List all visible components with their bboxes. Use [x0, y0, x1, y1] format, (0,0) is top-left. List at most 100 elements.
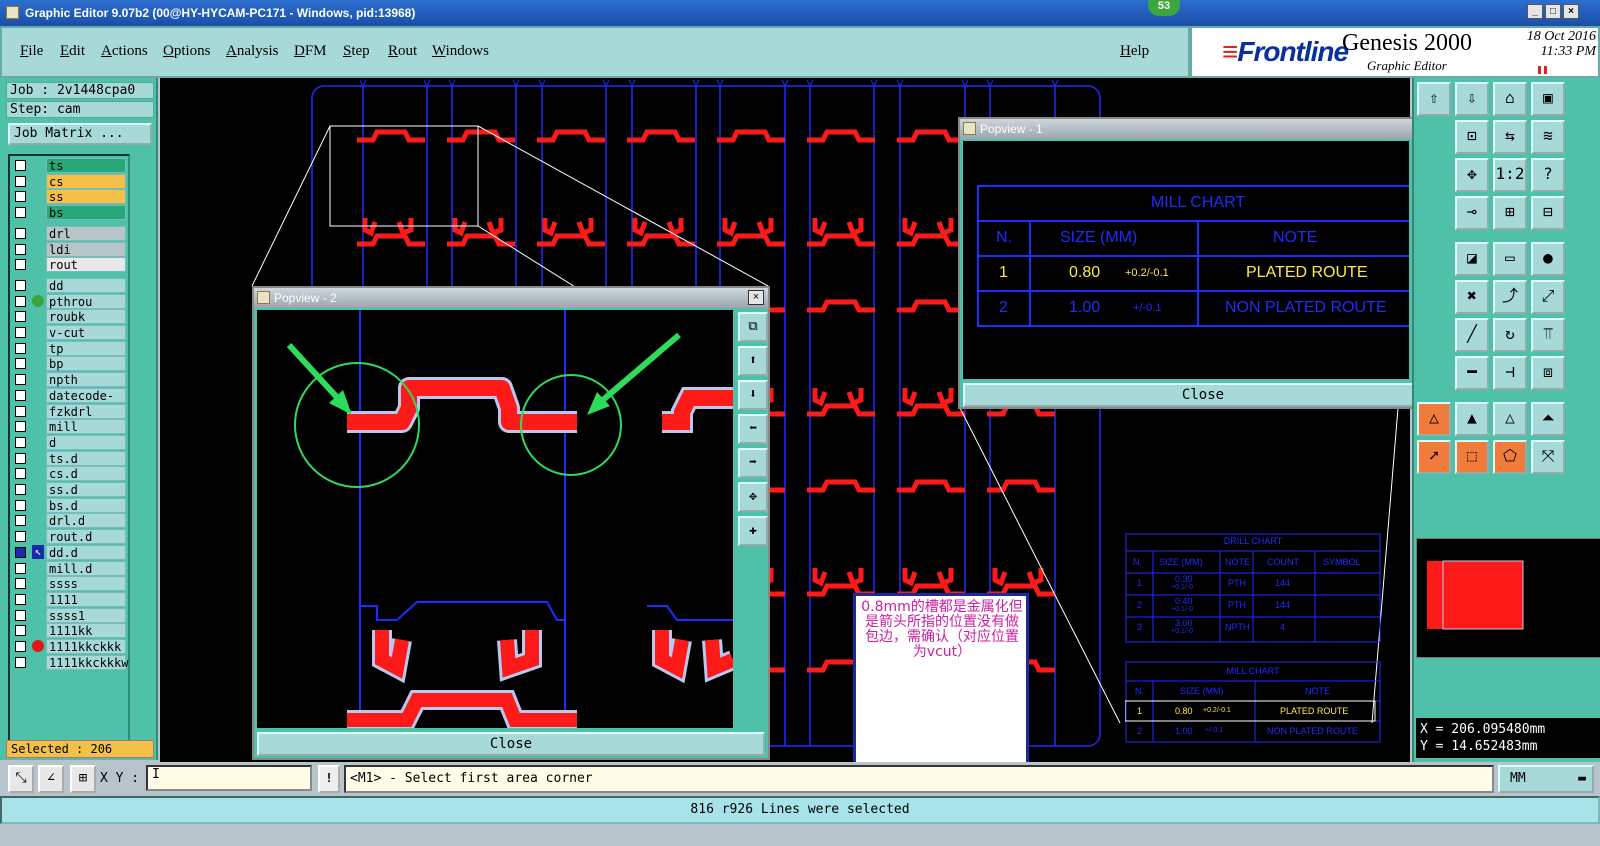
- select-box-icon[interactable]: ⬚: [1455, 440, 1489, 474]
- layer-name[interactable]: ss.d: [46, 482, 126, 497]
- layer-row[interactable]: mill: [12, 419, 128, 435]
- menu-dfm[interactable]: DFM: [294, 43, 327, 60]
- layer-row[interactable]: cs.d: [12, 466, 128, 482]
- triangle-icon[interactable]: ▲: [1455, 402, 1489, 436]
- snap-icon[interactable]: ⊞: [1493, 196, 1527, 230]
- popview-2-right-icon[interactable]: ➡: [738, 448, 768, 478]
- layer-checkbox[interactable]: [15, 358, 26, 370]
- layer-checkbox[interactable]: [15, 609, 26, 621]
- layer-checkbox[interactable]: [15, 160, 26, 171]
- layer-checkbox[interactable]: [15, 656, 26, 668]
- layer-name[interactable]: d: [46, 434, 126, 450]
- layer-name[interactable]: rout.d: [46, 529, 126, 545]
- layer-checkbox[interactable]: [15, 374, 26, 386]
- layer-row[interactable]: pthrou: [12, 293, 128, 309]
- layer-checkbox[interactable]: [15, 311, 26, 323]
- layer-name[interactable]: ts.d: [46, 450, 126, 466]
- layer-name[interactable]: dd: [46, 277, 126, 293]
- fit-window-icon[interactable]: ⊡: [1455, 120, 1489, 154]
- layer-row[interactable]: d: [12, 434, 128, 450]
- slash-icon[interactable]: ╱: [1455, 318, 1489, 352]
- draw-line-icon[interactable]: ◪: [1455, 242, 1489, 276]
- layer-name[interactable]: pthrou: [46, 293, 126, 309]
- layer-checkbox[interactable]: [15, 499, 26, 511]
- layer-checkbox[interactable]: [15, 295, 26, 307]
- ruler-icon[interactable]: ▭: [1493, 242, 1527, 276]
- layer-row[interactable]: cs: [12, 173, 128, 189]
- layer-checkbox[interactable]: [15, 327, 26, 338]
- layer-name[interactable]: 1111kk: [46, 623, 126, 639]
- layer-name[interactable]: 1111: [46, 591, 126, 607]
- alert-icon[interactable]: !: [318, 765, 340, 793]
- layer-name[interactable]: tp: [46, 340, 126, 356]
- layer-row[interactable]: drl.d: [12, 513, 128, 529]
- grid-snap-icon[interactable]: ⊟: [1531, 196, 1565, 230]
- layer-name[interactable]: mill: [46, 419, 126, 435]
- layer-row[interactable]: 1111kk: [12, 623, 128, 639]
- job-matrix-button[interactable]: Job Matrix ...: [8, 123, 152, 145]
- popview-1-close-button[interactable]: Close: [963, 383, 1443, 407]
- add-point-icon[interactable]: ⤴: [1493, 280, 1527, 314]
- layer-row[interactable]: datecode-ss: [12, 387, 128, 417]
- help-icon[interactable]: ?: [1531, 158, 1565, 192]
- layer-row[interactable]: ts: [12, 158, 128, 173]
- layer-checkbox[interactable]: [15, 452, 26, 464]
- layer-checkbox[interactable]: [15, 259, 26, 271]
- popview-2-view[interactable]: [257, 310, 733, 728]
- layer-checkbox[interactable]: [15, 531, 26, 543]
- layer-row[interactable]: mill.d: [12, 560, 128, 576]
- menu-step[interactable]: Step: [343, 43, 370, 60]
- layer-row[interactable]: fzkdrl: [12, 403, 128, 419]
- layer-name[interactable]: fzkdrl: [46, 403, 126, 419]
- layer-name[interactable]: v-cut: [46, 325, 126, 340]
- notification-badge[interactable]: 53: [1148, 0, 1180, 16]
- minus-icon[interactable]: ━: [1455, 356, 1489, 390]
- layer-name[interactable]: mill.d: [46, 560, 126, 576]
- popview-2-zoom-icon[interactable]: ⧉: [738, 312, 768, 342]
- layer-checkbox[interactable]: [15, 279, 26, 291]
- layer-checkbox[interactable]: [15, 191, 26, 203]
- close-window-button[interactable]: ×: [1563, 4, 1579, 19]
- layer-checkbox[interactable]: [15, 342, 26, 354]
- layer-name[interactable]: drl: [46, 225, 126, 241]
- layer-row[interactable]: ssss1: [12, 607, 128, 623]
- menu-actions[interactable]: Actions: [101, 43, 148, 60]
- measure-angle-icon[interactable]: ∠: [38, 765, 64, 793]
- layer-row[interactable]: bp: [12, 356, 128, 372]
- move-point-icon[interactable]: ⤢: [1531, 280, 1565, 314]
- layer-name[interactable]: npth: [46, 372, 126, 388]
- menu-edit[interactable]: Edit: [60, 43, 85, 60]
- layer-row[interactable]: dd: [12, 277, 128, 293]
- layer-row[interactable]: npth: [12, 372, 128, 388]
- layer-row[interactable]: ldi: [12, 241, 128, 257]
- layer-name[interactable]: cs: [46, 173, 126, 189]
- triangle-red-icon[interactable]: ⏶: [1531, 402, 1565, 436]
- layer-name[interactable]: ldi: [46, 241, 126, 257]
- layer-row[interactable]: roubk: [12, 309, 128, 325]
- menu-rout[interactable]: Rout: [388, 43, 417, 60]
- layer-name[interactable]: roubk: [46, 309, 126, 325]
- layer-checkbox[interactable]: [15, 484, 26, 495]
- layer-checkbox[interactable]: [15, 175, 26, 187]
- layer-checkbox[interactable]: [15, 405, 26, 417]
- layer-name[interactable]: cs.d: [46, 466, 126, 482]
- layer-row[interactable]: ssss: [12, 576, 128, 592]
- popview-2-up-icon[interactable]: ⬆: [738, 346, 768, 376]
- menu-options[interactable]: Options: [163, 43, 211, 60]
- layer-row[interactable]: 1111kkckkkw: [12, 654, 128, 670]
- popview-2-down-icon[interactable]: ⬇: [738, 380, 768, 410]
- layer-name[interactable]: 1111kkckkk: [46, 639, 126, 654]
- layer-checkbox[interactable]: [15, 436, 26, 448]
- layer-row[interactable]: rout.d: [12, 529, 128, 545]
- swap-icon[interactable]: ⇆: [1493, 120, 1527, 154]
- popview-2-left-icon[interactable]: ⬅: [738, 414, 768, 444]
- layer-checkbox[interactable]: [15, 625, 26, 637]
- layer-checkbox[interactable]: [15, 243, 26, 255]
- layer-row[interactable]: bs.d: [12, 497, 128, 513]
- layer-checkbox[interactable]: [15, 227, 26, 239]
- layer-name[interactable]: bs.d: [46, 497, 126, 513]
- menu-help[interactable]: Help: [1120, 43, 1149, 60]
- layer-checkbox[interactable]: [15, 468, 26, 480]
- popview-2-fit-icon[interactable]: ✥: [738, 482, 768, 512]
- layer-down-icon[interactable]: ⇩: [1455, 82, 1489, 116]
